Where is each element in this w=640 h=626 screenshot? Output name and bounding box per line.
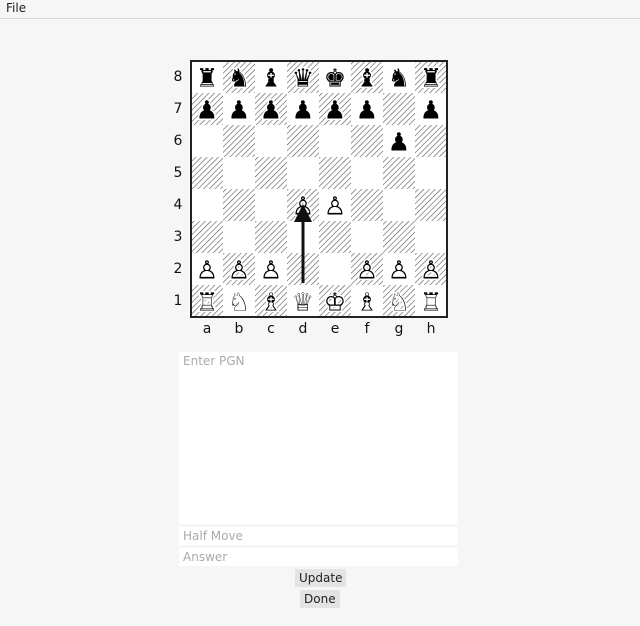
square-f4[interactable] [351,189,383,221]
square-h3[interactable] [415,221,447,253]
piece-d8[interactable]: ♛ [292,64,314,93]
piece-h2[interactable]: ♙ [420,256,442,285]
piece-h7[interactable]: ♟ [420,96,442,125]
square-g5[interactable] [383,157,415,189]
piece-g8[interactable]: ♞ [388,64,410,93]
file-label-f: f [364,321,370,337]
square-c3[interactable] [255,221,287,253]
file-label-a: a [202,321,212,337]
square-e5[interactable] [319,157,351,189]
piece-e7[interactable]: ♟ [324,96,346,125]
square-h5[interactable] [415,157,447,189]
square-h4[interactable] [415,189,447,221]
piece-a7[interactable]: ♟ [196,96,218,125]
chess-board[interactable]: ♜♜ ♞♞ ♝♝ ♛♛ ♚♚ ♝♝ ♞♞ ♜♜♟♟ ♟♟ ♟♟ ♟♟ ♟♟ ♟♟ ♟♟♟♟♙♙ ♙♙♙♙ ♙♙… [170,58,450,320]
file-label-e: e [330,321,340,337]
file-label-g: g [394,321,404,337]
done-button[interactable]: Done [300,590,340,608]
square-g4[interactable] [383,189,415,221]
square-a6[interactable] [191,125,223,157]
update-button[interactable]: Update [295,569,347,587]
piece-c2[interactable]: ♙ [260,256,282,285]
square-c6[interactable] [255,125,287,157]
rank-label-3: 3 [173,229,183,245]
piece-b7[interactable]: ♟ [228,96,250,125]
square-b3[interactable] [223,221,255,253]
square-g3[interactable] [383,221,415,253]
piece-c8[interactable]: ♝ [260,64,282,93]
square-f5[interactable] [351,157,383,189]
rank-label-8: 8 [173,69,183,85]
square-g7[interactable] [383,93,415,125]
piece-h1[interactable]: ♖ [420,288,442,317]
square-f3[interactable] [351,221,383,253]
piece-b8[interactable]: ♞ [228,64,250,93]
file-label-d: d [298,321,308,337]
square-d6[interactable] [287,125,319,157]
piece-c1[interactable]: ♗ [260,288,282,317]
piece-g6[interactable]: ♟ [388,128,410,157]
file-label-c: c [267,321,275,337]
square-a5[interactable] [191,157,223,189]
square-a4[interactable] [191,189,223,221]
rank-label-5: 5 [173,165,183,181]
piece-a8[interactable]: ♜ [196,64,218,93]
rank-label-7: 7 [173,101,183,117]
square-a3[interactable] [191,221,223,253]
file-menu[interactable]: File [6,0,26,16]
piece-b2[interactable]: ♙ [228,256,250,285]
half-move-input[interactable] [179,527,458,545]
square-e6[interactable] [319,125,351,157]
answer-input[interactable] [179,548,458,566]
square-c5[interactable] [255,157,287,189]
square-e3[interactable] [319,221,351,253]
piece-b1[interactable]: ♘ [228,288,250,317]
piece-e1[interactable]: ♔ [324,288,346,317]
square-f6[interactable] [351,125,383,157]
square-b5[interactable] [223,157,255,189]
piece-d7[interactable]: ♟ [292,96,314,125]
piece-e4[interactable]: ♙ [324,192,346,221]
piece-f1[interactable]: ♗ [356,288,378,317]
square-b4[interactable] [223,189,255,221]
file-label-h: h [426,321,436,337]
piece-f7[interactable]: ♟ [356,96,378,125]
piece-g2[interactable]: ♙ [388,256,410,285]
rank-label-2: 2 [173,261,183,277]
rank-label-1: 1 [173,293,183,309]
menu-bar: File [0,0,640,19]
piece-g1[interactable]: ♘ [388,288,410,317]
square-b6[interactable] [223,125,255,157]
square-d5[interactable] [287,157,319,189]
piece-f2[interactable]: ♙ [356,256,378,285]
rank-label-4: 4 [173,197,183,213]
piece-e8[interactable]: ♚ [324,64,346,93]
piece-a1[interactable]: ♖ [196,288,218,317]
file-label-b: b [234,321,244,337]
square-e2[interactable] [319,253,351,285]
piece-f8[interactable]: ♝ [356,64,378,93]
square-c4[interactable] [255,189,287,221]
piece-a2[interactable]: ♙ [196,256,218,285]
chess-board-wrapper: ♜ ♜ ♞ ♞ ♝ ♝ ♛ ♛ ♚ ♚ ♝ ♝ ♞ ♞ ♜ ♜ ♟ ♟ ♟ ♟ ♟ ♟ ♟ ♟ ♟ ♟ ♟ ♟ ♟ ♟ ♟ ♟ ♙ ♙ ♙ ♙ ♙ ♙ ♙ ♙… [170,58,450,324]
pgn-input[interactable] [179,352,458,524]
rank-label-6: 6 [173,133,183,149]
piece-c7[interactable]: ♟ [260,96,282,125]
square-h6[interactable] [415,125,447,157]
piece-d1[interactable]: ♕ [292,288,314,317]
piece-h8[interactable]: ♜ [420,64,442,93]
